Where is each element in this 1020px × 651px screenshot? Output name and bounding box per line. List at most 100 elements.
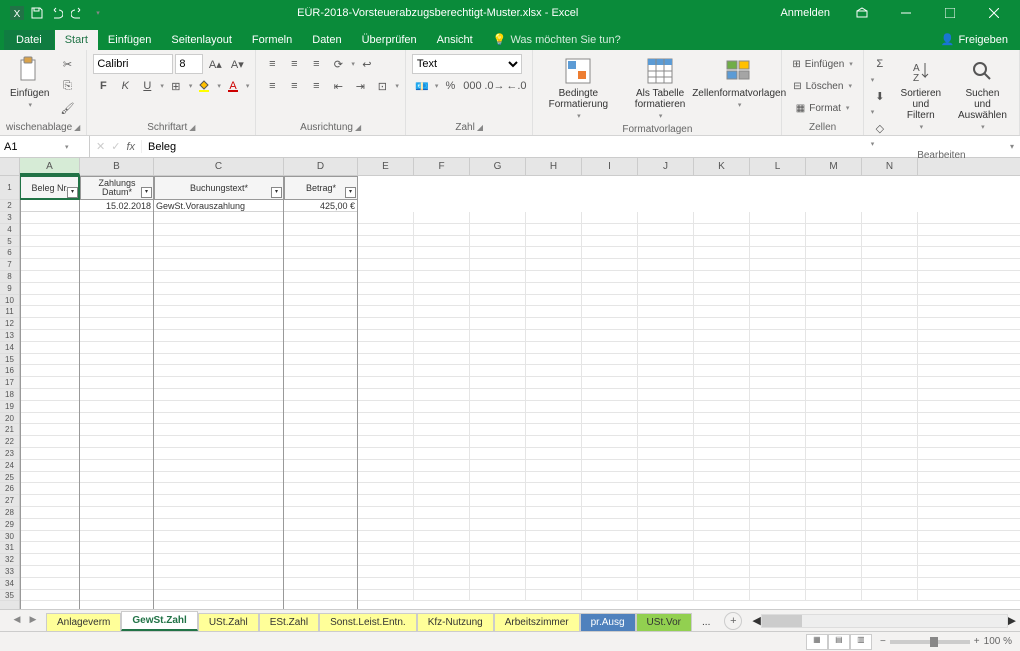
column-header[interactable]: L — [750, 158, 806, 175]
fill-color-icon[interactable] — [194, 76, 214, 96]
dialog-launcher-icon[interactable]: ◢ — [74, 123, 80, 132]
align-bottom-icon[interactable]: ≡ — [306, 54, 326, 74]
tab-insert[interactable]: Einfügen — [98, 30, 161, 50]
sheet-tab[interactable]: Kfz-Nutzung — [417, 613, 494, 631]
scrollbar-thumb[interactable] — [762, 615, 802, 627]
row-header[interactable]: 30 — [0, 531, 19, 543]
font-name-input[interactable] — [93, 54, 173, 74]
tab-formulas[interactable]: Formeln — [242, 30, 302, 50]
row-header[interactable]: 32 — [0, 554, 19, 566]
minimize-icon[interactable] — [884, 0, 928, 26]
currency-icon[interactable]: 💶 — [412, 76, 432, 96]
data-cell[interactable]: GewSt.Vorauszahlung — [154, 200, 284, 212]
bold-button[interactable]: F — [93, 76, 113, 96]
sheet-tab[interactable]: GewSt.Zahl — [121, 611, 197, 631]
decrease-indent-icon[interactable]: ⇤ — [328, 76, 348, 96]
horizontal-scrollbar[interactable]: ◀ ▶ — [752, 614, 1016, 628]
name-box-input[interactable] — [4, 141, 64, 153]
column-header[interactable]: K — [694, 158, 750, 175]
sheet-tab[interactable]: USt.Vor — [636, 613, 692, 631]
signin-link[interactable]: Anmelden — [770, 7, 840, 19]
zoom-slider[interactable] — [890, 640, 970, 644]
row-header[interactable]: 1 — [0, 176, 19, 200]
row-header[interactable]: 3 — [0, 212, 19, 224]
tell-me[interactable]: 💡Was möchten Sie tun? — [483, 29, 631, 50]
normal-view-icon[interactable]: ▦ — [806, 634, 828, 650]
namebox-dropdown-icon[interactable]: ▾ — [65, 143, 69, 151]
row-header[interactable]: 19 — [0, 401, 19, 413]
row-header[interactable]: 9 — [0, 283, 19, 295]
sheet-tab[interactable]: ESt.Zahl — [259, 613, 319, 631]
percent-icon[interactable]: % — [440, 76, 460, 96]
row-header[interactable]: 28 — [0, 507, 19, 519]
row-header[interactable]: 31 — [0, 542, 19, 554]
table-header-cell[interactable]: Buchungstext*▾ — [154, 176, 284, 200]
qat-dropdown-icon[interactable]: ▾ — [91, 6, 105, 20]
row-header[interactable]: 5 — [0, 236, 19, 248]
row-header[interactable]: 18 — [0, 389, 19, 401]
column-header[interactable]: M — [806, 158, 862, 175]
row-header[interactable]: 20 — [0, 413, 19, 425]
data-cell[interactable]: 15.02.2018 — [80, 200, 154, 212]
dialog-launcher-icon[interactable]: ◢ — [189, 123, 195, 132]
fx-icon[interactable]: fx — [126, 141, 135, 153]
align-left-icon[interactable]: ≡ — [262, 76, 282, 96]
cut-icon[interactable]: ✂ — [57, 54, 77, 74]
row-header[interactable]: 13 — [0, 330, 19, 342]
share-button[interactable]: 👤Freigeben — [929, 29, 1020, 50]
tab-pagelayout[interactable]: Seitenlayout — [161, 30, 242, 50]
italic-button[interactable]: K — [115, 76, 135, 96]
sheet-tab[interactable]: Anlageverm — [46, 613, 121, 631]
name-box[interactable]: ▾ — [0, 136, 90, 157]
filter-dropdown-icon[interactable]: ▾ — [141, 187, 152, 198]
copy-icon[interactable]: ⎘ — [57, 76, 77, 96]
merge-icon[interactable]: ⊡ — [372, 76, 392, 96]
zoom-level[interactable]: 100 % — [984, 636, 1012, 647]
tab-view[interactable]: Ansicht — [427, 30, 483, 50]
decrease-font-icon[interactable]: A▾ — [227, 54, 247, 74]
font-size-input[interactable] — [175, 54, 203, 74]
paste-button[interactable]: Einfügen▾ — [6, 54, 53, 111]
scroll-right-icon[interactable]: ▶ — [1008, 614, 1016, 627]
tab-start[interactable]: Start — [55, 30, 98, 50]
filter-dropdown-icon[interactable]: ▾ — [271, 187, 282, 198]
zoom-out-icon[interactable]: − — [880, 636, 886, 647]
row-header[interactable]: 26 — [0, 483, 19, 495]
align-center-icon[interactable]: ≡ — [284, 76, 304, 96]
conditional-formatting-button[interactable]: Bedingte Formatierung▾ — [539, 54, 617, 122]
tab-data[interactable]: Daten — [302, 30, 351, 50]
row-header[interactable]: 14 — [0, 342, 19, 354]
align-top-icon[interactable]: ≡ — [262, 54, 282, 74]
maximize-icon[interactable] — [928, 0, 972, 26]
delete-cells-button[interactable]: ⊟Löschen▾ — [788, 76, 856, 96]
filter-dropdown-icon[interactable]: ▾ — [67, 187, 78, 198]
cancel-icon[interactable]: ✕ — [96, 140, 105, 153]
font-color-icon[interactable]: A — [223, 76, 243, 96]
cells-area[interactable]: Beleg Nr.▾Zahlungs Datum*▾Buchungstext*▾… — [20, 176, 1020, 212]
column-header[interactable]: C — [154, 158, 284, 175]
data-cell[interactable] — [20, 200, 80, 212]
row-header[interactable]: 21 — [0, 424, 19, 436]
row-header[interactable]: 16 — [0, 365, 19, 377]
row-header[interactable]: 12 — [0, 318, 19, 330]
row-header[interactable]: 7 — [0, 259, 19, 271]
align-right-icon[interactable]: ≡ — [306, 76, 326, 96]
row-header[interactable]: 10 — [0, 295, 19, 307]
row-header[interactable]: 35 — [0, 590, 19, 602]
row-header[interactable]: 33 — [0, 566, 19, 578]
sheet-tab[interactable]: USt.Zahl — [198, 613, 259, 631]
table-header-cell[interactable]: Betrag*▾ — [284, 176, 358, 200]
row-header[interactable]: 17 — [0, 377, 19, 389]
underline-button[interactable]: U — [137, 76, 157, 96]
border-icon[interactable]: ⊞ — [166, 76, 186, 96]
increase-decimal-icon[interactable]: .0→ — [484, 76, 504, 96]
align-middle-icon[interactable]: ≡ — [284, 54, 304, 74]
row-header[interactable]: 27 — [0, 495, 19, 507]
format-as-table-button[interactable]: Als Tabelle formatieren▾ — [621, 54, 699, 122]
column-header[interactable]: F — [414, 158, 470, 175]
row-header[interactable]: 6 — [0, 247, 19, 259]
row-header[interactable]: 34 — [0, 578, 19, 590]
sheet-tab[interactable]: ... — [692, 614, 720, 631]
undo-icon[interactable] — [50, 6, 64, 20]
column-header[interactable]: B — [80, 158, 154, 175]
